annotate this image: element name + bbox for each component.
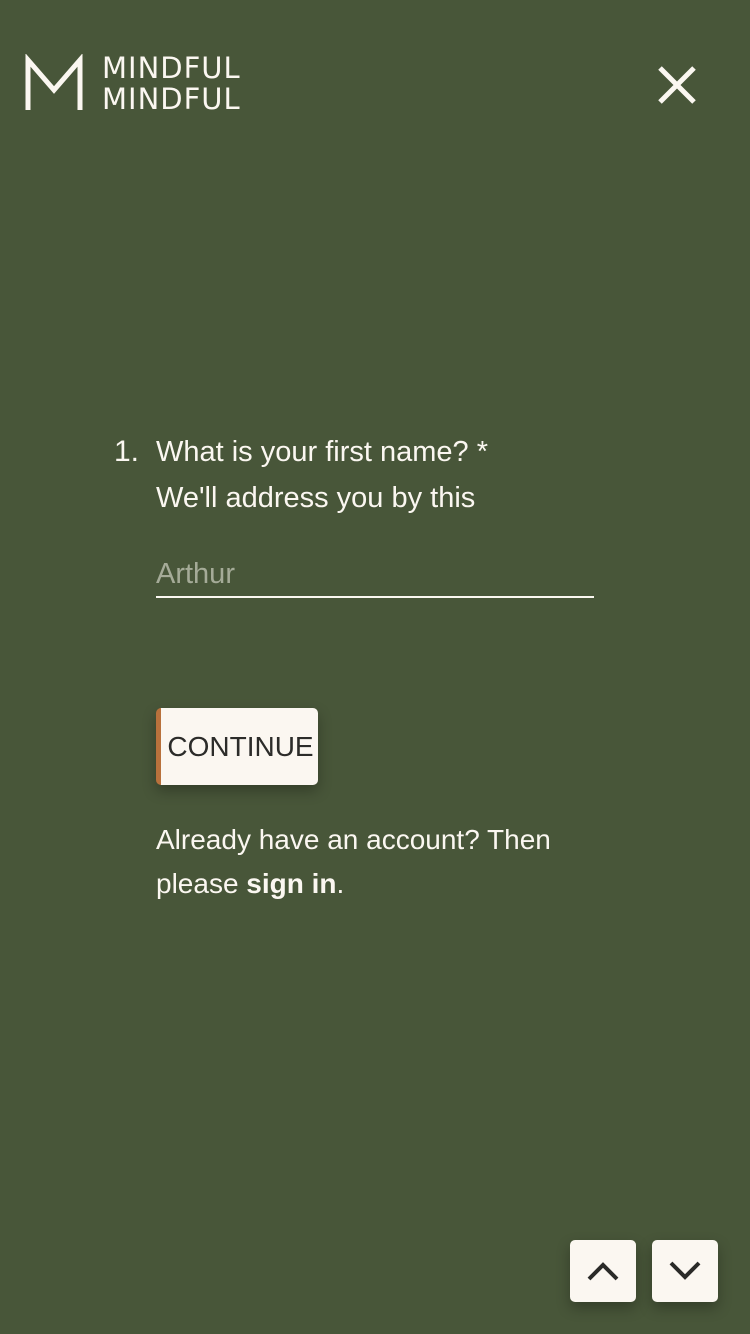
- question-title: What is your first name? *: [156, 436, 488, 468]
- signin-prompt-text: Already have an account? Then please: [156, 824, 551, 899]
- previous-question-button[interactable]: [570, 1240, 636, 1302]
- brand-wordmark-line2: MINDFUL: [102, 82, 241, 116]
- close-icon: [658, 66, 696, 104]
- brand-logo[interactable]: MINDFUL MINDFUL: [24, 54, 264, 116]
- continue-button[interactable]: CONTINUE: [156, 708, 318, 785]
- question-number: 1.: [114, 435, 140, 468]
- chevron-up-icon: [587, 1262, 619, 1281]
- brand-wordmark-line1: MINDFUL: [102, 51, 241, 85]
- question-subtitle: We'll address you by this: [156, 482, 476, 514]
- first-name-input[interactable]: [156, 552, 594, 598]
- chevron-down-icon: [669, 1261, 701, 1280]
- next-question-button[interactable]: [652, 1240, 718, 1302]
- close-button[interactable]: [652, 60, 702, 110]
- continue-button-label: CONTINUE: [167, 730, 314, 762]
- signin-link[interactable]: sign in: [246, 868, 336, 899]
- logo-m-icon: [25, 54, 83, 110]
- signin-prompt: Already have an account? Then please sig…: [156, 818, 616, 906]
- signin-prompt-suffix: .: [336, 868, 345, 899]
